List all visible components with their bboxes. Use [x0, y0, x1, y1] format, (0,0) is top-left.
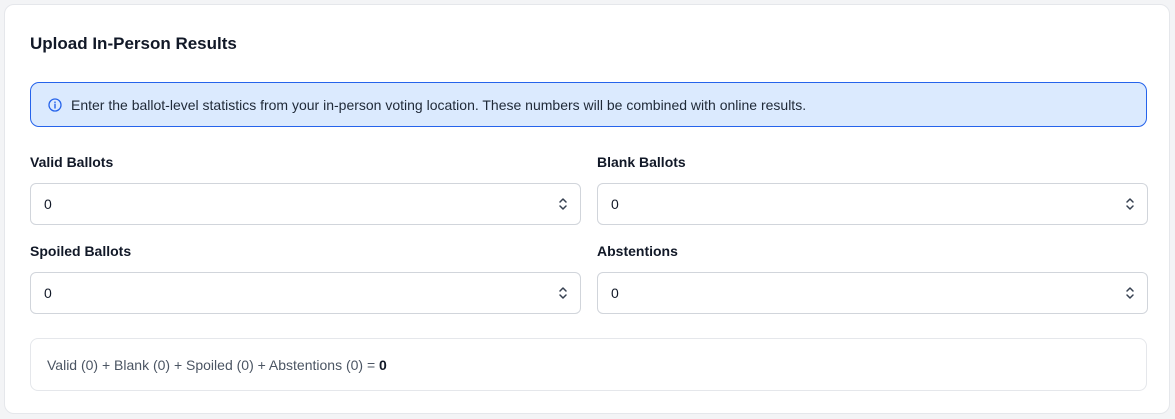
totals-summary: Valid (0) + Blank (0) + Spoiled (0) + Ab… — [30, 338, 1147, 391]
summary-total: 0 — [379, 356, 387, 373]
chevron-up-down-icon[interactable] — [1125, 196, 1135, 212]
info-alert: Enter the ballot-level statistics from y… — [30, 82, 1147, 127]
page-title: Upload In-Person Results — [30, 34, 237, 53]
blank-ballots-input[interactable]: 0 — [597, 183, 1148, 225]
spoiled-ballots-input[interactable]: 0 — [30, 272, 581, 314]
summary-formula: Valid (0) + Blank (0) + Spoiled (0) + Ab… — [47, 356, 380, 373]
abstentions-input[interactable]: 0 — [597, 272, 1148, 314]
valid-ballots-label: Valid Ballots — [30, 154, 114, 170]
upload-results-card: Upload In-Person Results Enter the ballo… — [4, 4, 1170, 414]
spoiled-ballots-label: Spoiled Ballots — [30, 243, 132, 259]
info-circle-icon — [48, 97, 62, 112]
blank-ballots-label: Blank Ballots — [597, 154, 686, 170]
spoiled-ballots-value[interactable]: 0 — [44, 284, 558, 302]
abstentions-value[interactable]: 0 — [611, 284, 1125, 302]
chevron-up-down-icon[interactable] — [1125, 285, 1135, 301]
chevron-up-down-icon[interactable] — [558, 196, 568, 212]
info-alert-text: Enter the ballot-level statistics from y… — [71, 96, 807, 113]
chevron-up-down-icon[interactable] — [558, 285, 568, 301]
valid-ballots-value[interactable]: 0 — [44, 195, 558, 213]
valid-ballots-input[interactable]: 0 — [30, 183, 581, 225]
abstentions-label: Abstentions — [597, 243, 678, 259]
blank-ballots-value[interactable]: 0 — [611, 195, 1125, 213]
